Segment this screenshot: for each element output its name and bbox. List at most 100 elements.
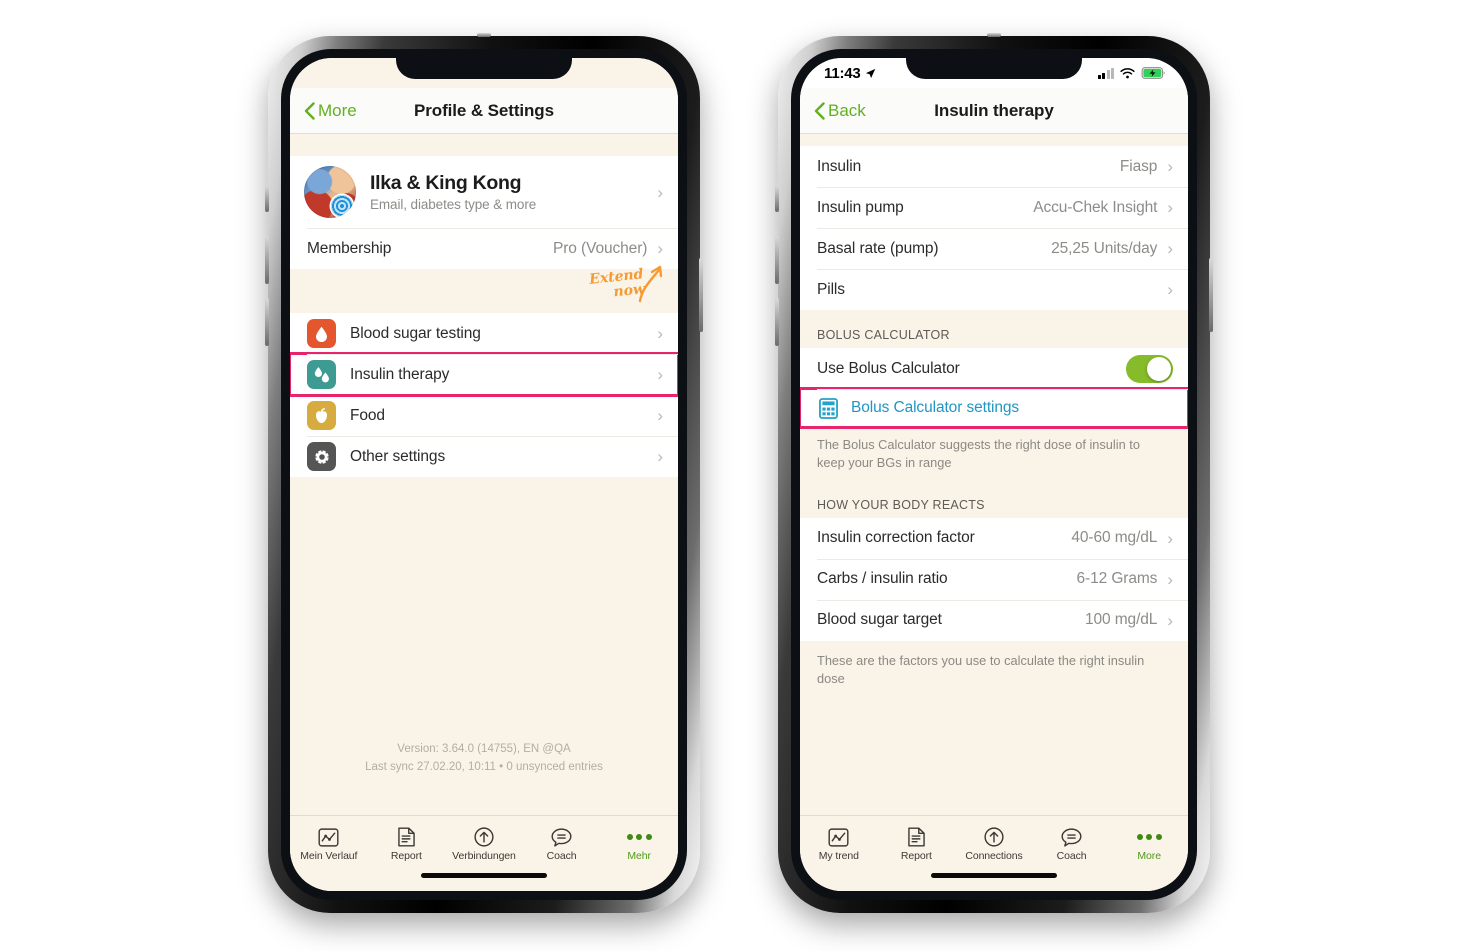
- insulin-drops-icon: [307, 360, 336, 389]
- tab-report[interactable]: Report: [368, 827, 446, 862]
- notch-right: [906, 49, 1082, 79]
- blood-drop-icon: [307, 319, 336, 348]
- tab-report[interactable]: Report: [878, 827, 956, 862]
- menu-item-blood-sugar-testing[interactable]: Blood sugar testing ›: [290, 313, 678, 354]
- volume-down-button[interactable]: [265, 298, 269, 346]
- tab-label: Report: [390, 850, 422, 862]
- chevron-right-icon: ›: [657, 447, 663, 466]
- use-bolus-calculator-toggle[interactable]: [1126, 354, 1173, 383]
- menu-item-food[interactable]: Food ›: [290, 395, 678, 436]
- tab-label: Connections: [965, 850, 1023, 862]
- document-icon: [908, 827, 925, 847]
- profile-card: Ilka & King Kong Email, diabetes type & …: [290, 156, 678, 269]
- insulin-therapy-list: Insulin Fiasp › Insulin pump Accu-Chek I…: [800, 146, 1188, 310]
- trend-chart-icon: [318, 827, 339, 847]
- bolus-calculator-footer-text: The Bolus Calculator suggests the right …: [800, 427, 1188, 484]
- row-label: Insulin pump: [817, 198, 904, 216]
- screen-right: 11:43 Back Insulin therapy Insulin Fiasp…: [800, 58, 1188, 891]
- tab-label: Mein Verlauf: [300, 849, 358, 862]
- bolus-calculator-card: Use Bolus Calculator Bolus Calculator se…: [800, 348, 1188, 429]
- cellular-bars-icon: [1097, 67, 1114, 79]
- row-pills[interactable]: Pills ›: [800, 269, 1188, 310]
- version-line-2: Last sync 27.02.20, 10:11 • 0 unsynced e…: [365, 760, 603, 773]
- volume-up-button[interactable]: [775, 236, 779, 284]
- tab-verbindungen[interactable]: Verbindungen: [445, 827, 523, 862]
- row-carbs-insulin-ratio[interactable]: Carbs / insulin ratio 6-12 Grams ›: [800, 558, 1188, 600]
- tab-bar-left: Mein Verlauf Report Verbindungen Coach M…: [290, 815, 678, 873]
- volume-up-button[interactable]: [265, 236, 269, 284]
- row-value: 100 mg/dL: [1084, 611, 1158, 629]
- location-arrow-icon: [865, 68, 875, 78]
- profile-text: Ilka & King Kong Email, diabetes type & …: [370, 172, 657, 212]
- version-info: Version: 3.64.0 (14755), EN @QA Last syn…: [290, 741, 678, 785]
- tab-mein-verlauf[interactable]: Mein Verlauf: [290, 827, 368, 862]
- tab-label: My trend: [818, 849, 859, 862]
- menu-item-insulin-therapy[interactable]: Insulin therapy ›: [290, 352, 678, 397]
- chevron-right-icon: ›: [1167, 528, 1173, 548]
- row-insulin-pump[interactable]: Insulin pump Accu-Chek Insight ›: [800, 187, 1188, 228]
- chevron-right-icon: ›: [657, 365, 663, 384]
- back-button-label: Back: [828, 100, 866, 120]
- phone-right: 11:43 Back Insulin therapy Insulin Fiasp…: [775, 33, 1213, 913]
- tab-label: Report: [900, 850, 932, 862]
- apple-icon: [307, 401, 336, 430]
- row-use-bolus-calculator[interactable]: Use Bolus Calculator: [800, 348, 1188, 389]
- volume-down-button[interactable]: [775, 298, 779, 346]
- membership-row[interactable]: Membership Pro (Voucher) ›: [290, 228, 678, 269]
- menu-item-label: Food: [350, 406, 385, 424]
- row-basal-rate[interactable]: Basal rate (pump) 25,25 Units/day ›: [800, 228, 1188, 269]
- tab-my-trend[interactable]: My trend: [800, 827, 878, 862]
- body-reacts-list: Insulin correction factor 40-60 mg/dL › …: [800, 517, 1188, 641]
- avatar: [304, 166, 356, 218]
- top-spacer-right: [800, 134, 1188, 146]
- back-button[interactable]: Back: [814, 101, 866, 121]
- row-label: Carbs / insulin ratio: [817, 570, 948, 588]
- row-blood-sugar-target[interactable]: Blood sugar target 100 mg/dL ›: [800, 599, 1188, 641]
- top-antenna-line: [477, 33, 491, 37]
- menu-item-label: Blood sugar testing: [350, 324, 481, 342]
- back-button-label: More: [318, 100, 357, 120]
- empty-space-left: [290, 477, 678, 741]
- back-button-more[interactable]: More: [304, 101, 357, 121]
- row-label: Pills: [817, 280, 845, 298]
- tab-coach[interactable]: Coach: [1033, 827, 1111, 862]
- tab-more[interactable]: More: [1110, 828, 1188, 862]
- tab-label: More: [1137, 849, 1161, 862]
- row-bolus-calculator-settings[interactable]: Bolus Calculator settings: [800, 387, 1188, 429]
- status-bar-left-group: 11:43: [824, 65, 876, 82]
- menu-item-other-settings[interactable]: Other settings ›: [290, 436, 678, 477]
- row-label: Bolus Calculator settings: [851, 399, 1020, 416]
- profile-name: Ilka & King Kong: [370, 172, 522, 194]
- home-indicator-left[interactable]: [290, 873, 678, 891]
- row-label: Blood sugar target: [817, 611, 942, 629]
- tab-mehr[interactable]: Mehr: [600, 828, 678, 862]
- settings-menu-list: Blood sugar testing › Insulin therapy › …: [290, 313, 678, 477]
- version-line-1: Version: 3.64.0 (14755), EN @QA: [397, 743, 571, 755]
- chevron-right-icon: ›: [1167, 280, 1173, 299]
- row-insulin[interactable]: Insulin Fiasp ›: [800, 146, 1188, 187]
- membership-label: Membership: [307, 239, 392, 257]
- tab-connections[interactable]: Connections: [955, 827, 1033, 862]
- row-value: 25,25 Units/day: [1051, 239, 1158, 257]
- chevron-right-icon: ›: [1167, 610, 1173, 630]
- mute-switch[interactable]: [775, 186, 779, 212]
- power-button[interactable]: [1209, 258, 1213, 332]
- row-label: Insulin: [817, 157, 862, 175]
- extend-now-strip: Extend now: [290, 265, 678, 313]
- profile-row[interactable]: Ilka & King Kong Email, diabetes type & …: [290, 156, 678, 228]
- curved-arrow-icon: [638, 265, 663, 303]
- screen-left: More Profile & Settings Ilka & King Kong…: [290, 58, 678, 891]
- home-indicator-right[interactable]: [800, 873, 1188, 891]
- mute-switch[interactable]: [265, 186, 269, 212]
- power-button[interactable]: [699, 258, 703, 332]
- top-spacer-left: [290, 134, 678, 156]
- more-dots-icon: [1136, 828, 1162, 847]
- tab-coach[interactable]: Coach: [523, 827, 601, 862]
- row-value: 40-60 mg/dL: [1071, 529, 1158, 547]
- status-bar-time: 11:43: [824, 64, 861, 82]
- phone-bezel-left: More Profile & Settings Ilka & King Kong…: [281, 49, 687, 900]
- row-insulin-correction-factor[interactable]: Insulin correction factor 40-60 mg/dL ›: [800, 517, 1188, 559]
- calculator-icon: [817, 394, 839, 423]
- body-reacts-footer-text: These are the factors you use to calcula…: [800, 640, 1188, 700]
- tab-label: Coach: [1056, 849, 1087, 862]
